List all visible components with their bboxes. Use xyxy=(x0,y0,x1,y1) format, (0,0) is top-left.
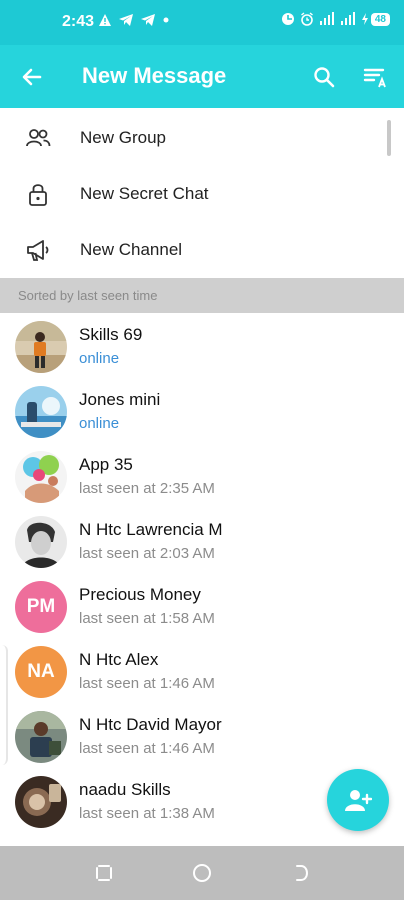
page-title: New Message xyxy=(82,63,227,88)
home-icon[interactable] xyxy=(191,862,213,884)
search-button[interactable] xyxy=(310,63,338,91)
status-time: 2:43 xyxy=(62,13,95,30)
section-header: Sorted by last seen time xyxy=(0,278,404,313)
contact-row[interactable]: Skills 69 online xyxy=(0,314,404,379)
contact-status: online xyxy=(79,415,120,432)
contact-status: last seen at 1:38 AM xyxy=(79,805,215,822)
contact-name: N Htc Lawrencia M xyxy=(79,520,223,539)
contact-row[interactable]: App 35 last seen at 2:35 AM xyxy=(0,444,404,509)
recents-icon[interactable] xyxy=(93,862,115,884)
signal-icon xyxy=(340,12,355,25)
new-secret-chat-row[interactable]: New Secret Chat xyxy=(0,166,404,222)
back-icon[interactable] xyxy=(290,862,312,884)
warning-icon xyxy=(99,14,111,26)
telegram-icon xyxy=(119,14,133,26)
group-icon xyxy=(26,129,51,147)
new-channel-row[interactable]: New Channel xyxy=(0,222,404,278)
new-secret-chat-label: New Secret Chat xyxy=(80,184,209,203)
contact-name: naadu Skills xyxy=(79,780,171,799)
section-header-label: Sorted by last seen time xyxy=(18,288,158,303)
new-group-row[interactable]: New Group xyxy=(0,110,404,166)
contact-name: App 35 xyxy=(79,455,133,474)
new-group-label: New Group xyxy=(80,128,166,147)
app-bar: New Message xyxy=(0,45,404,108)
avatar-initials: PM xyxy=(15,581,67,633)
contact-row[interactable]: PM Precious Money last seen at 1:58 AM xyxy=(0,574,404,639)
contact-row[interactable]: N Htc Lawrencia M last seen at 2:03 AM xyxy=(0,509,404,574)
scrollbar[interactable] xyxy=(387,120,391,156)
avatar xyxy=(15,451,67,503)
avatar-initials: NA xyxy=(15,646,67,698)
avatar xyxy=(15,321,67,373)
new-channel-label: New Channel xyxy=(80,240,183,259)
edge-handle[interactable] xyxy=(0,645,8,765)
contact-status: last seen at 1:58 AM xyxy=(79,610,215,627)
back-button[interactable] xyxy=(18,63,46,91)
dot-icon xyxy=(163,17,169,23)
status-bar: 2:43 48 xyxy=(0,0,404,45)
avatar xyxy=(15,386,67,438)
signal-icon xyxy=(319,12,334,25)
contact-status: last seen at 1:46 AM xyxy=(79,740,215,757)
contact-row[interactable]: N Htc David Mayor last seen at 1:46 AM xyxy=(0,704,404,769)
megaphone-icon xyxy=(27,240,49,261)
contact-name: Jones mini xyxy=(79,390,161,409)
contact-name: N Htc Alex xyxy=(79,650,159,669)
contact-name: Precious Money xyxy=(79,585,201,604)
status-right-icons: 48 xyxy=(281,12,390,26)
avatar xyxy=(15,776,67,828)
contact-row[interactable]: NA N Htc Alex last seen at 1:46 AM xyxy=(0,639,404,704)
add-contact-icon xyxy=(345,790,372,811)
contact-name: N Htc David Mayor xyxy=(79,715,222,734)
arrow-left-icon xyxy=(22,68,42,86)
system-nav-bar xyxy=(0,846,404,900)
contact-status: last seen at 2:35 AM xyxy=(79,480,215,497)
battery-icon: 48 xyxy=(361,12,390,26)
sort-button[interactable] xyxy=(362,63,390,91)
sort-az-icon xyxy=(363,68,386,88)
status-left-icons xyxy=(98,13,170,27)
contact-status: last seen at 2:03 AM xyxy=(79,545,215,562)
avatar-initials-text: PM xyxy=(26,596,56,617)
data-saver-icon xyxy=(281,13,294,25)
search-icon xyxy=(314,67,335,88)
contact-name: Skills 69 xyxy=(79,325,143,344)
contact-row[interactable]: Jones mini online xyxy=(0,379,404,444)
avatar xyxy=(15,711,67,763)
add-contact-button[interactable] xyxy=(327,769,389,831)
lock-icon xyxy=(29,184,47,206)
contact-status: last seen at 1:46 AM xyxy=(79,675,215,692)
avatar-initials-text: NA xyxy=(27,661,55,682)
battery-level: 48 xyxy=(370,12,390,26)
alarm-icon xyxy=(300,12,313,26)
telegram-icon xyxy=(141,14,155,26)
contact-status: online xyxy=(79,350,120,367)
avatar xyxy=(15,516,67,568)
